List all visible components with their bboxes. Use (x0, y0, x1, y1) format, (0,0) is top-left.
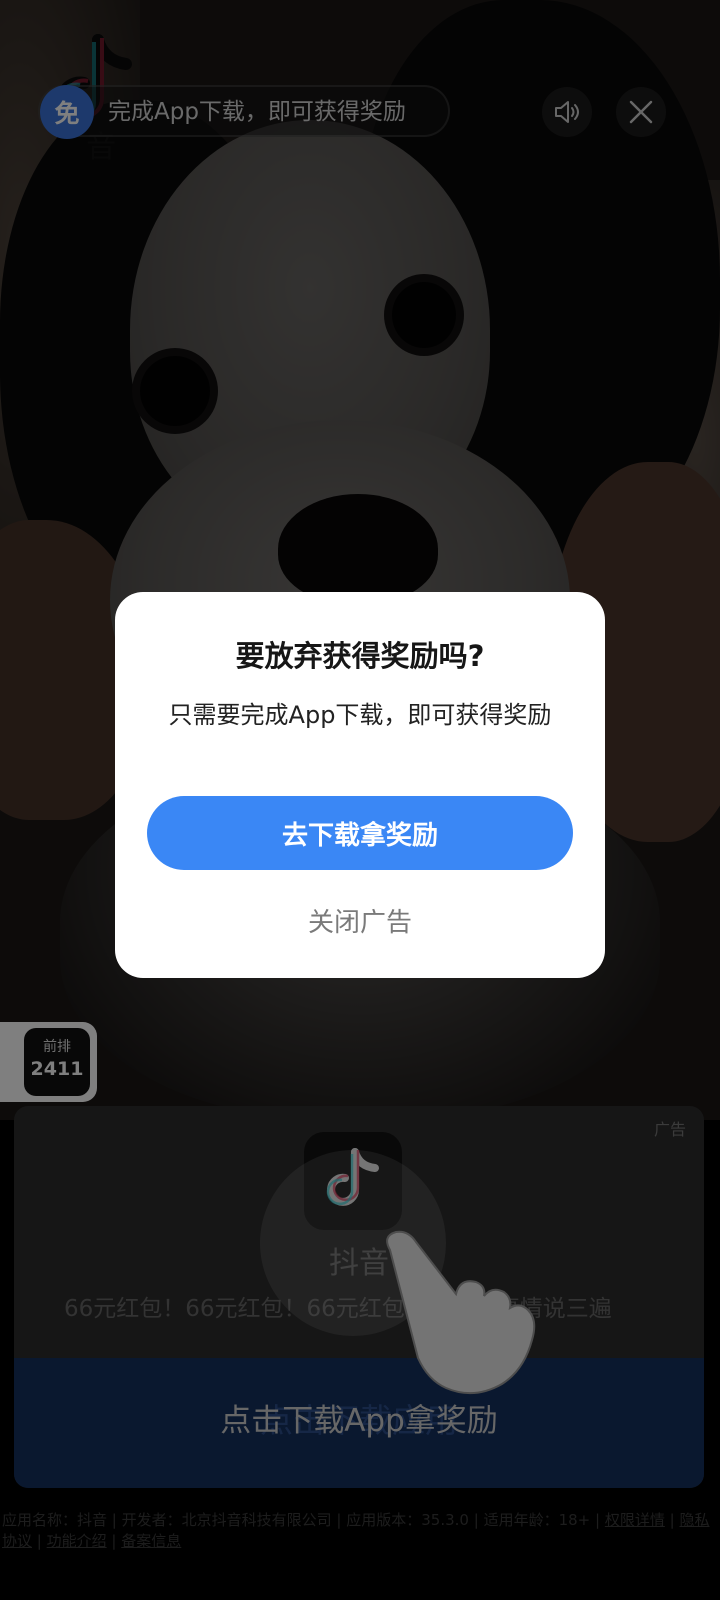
close-ad-link[interactable]: 关闭广告 (115, 904, 605, 942)
dialog-message: 只需要完成App下载，即可获得奖励 (168, 701, 552, 729)
dialog-title: 要放弃获得奖励吗? (235, 639, 485, 673)
go-download-button[interactable]: 去下载拿奖励 (147, 796, 573, 870)
abandon-reward-dialog: 要放弃获得奖励吗? 只需要完成App下载，即可获得奖励 去下载拿奖励 关闭广告 (115, 592, 605, 978)
